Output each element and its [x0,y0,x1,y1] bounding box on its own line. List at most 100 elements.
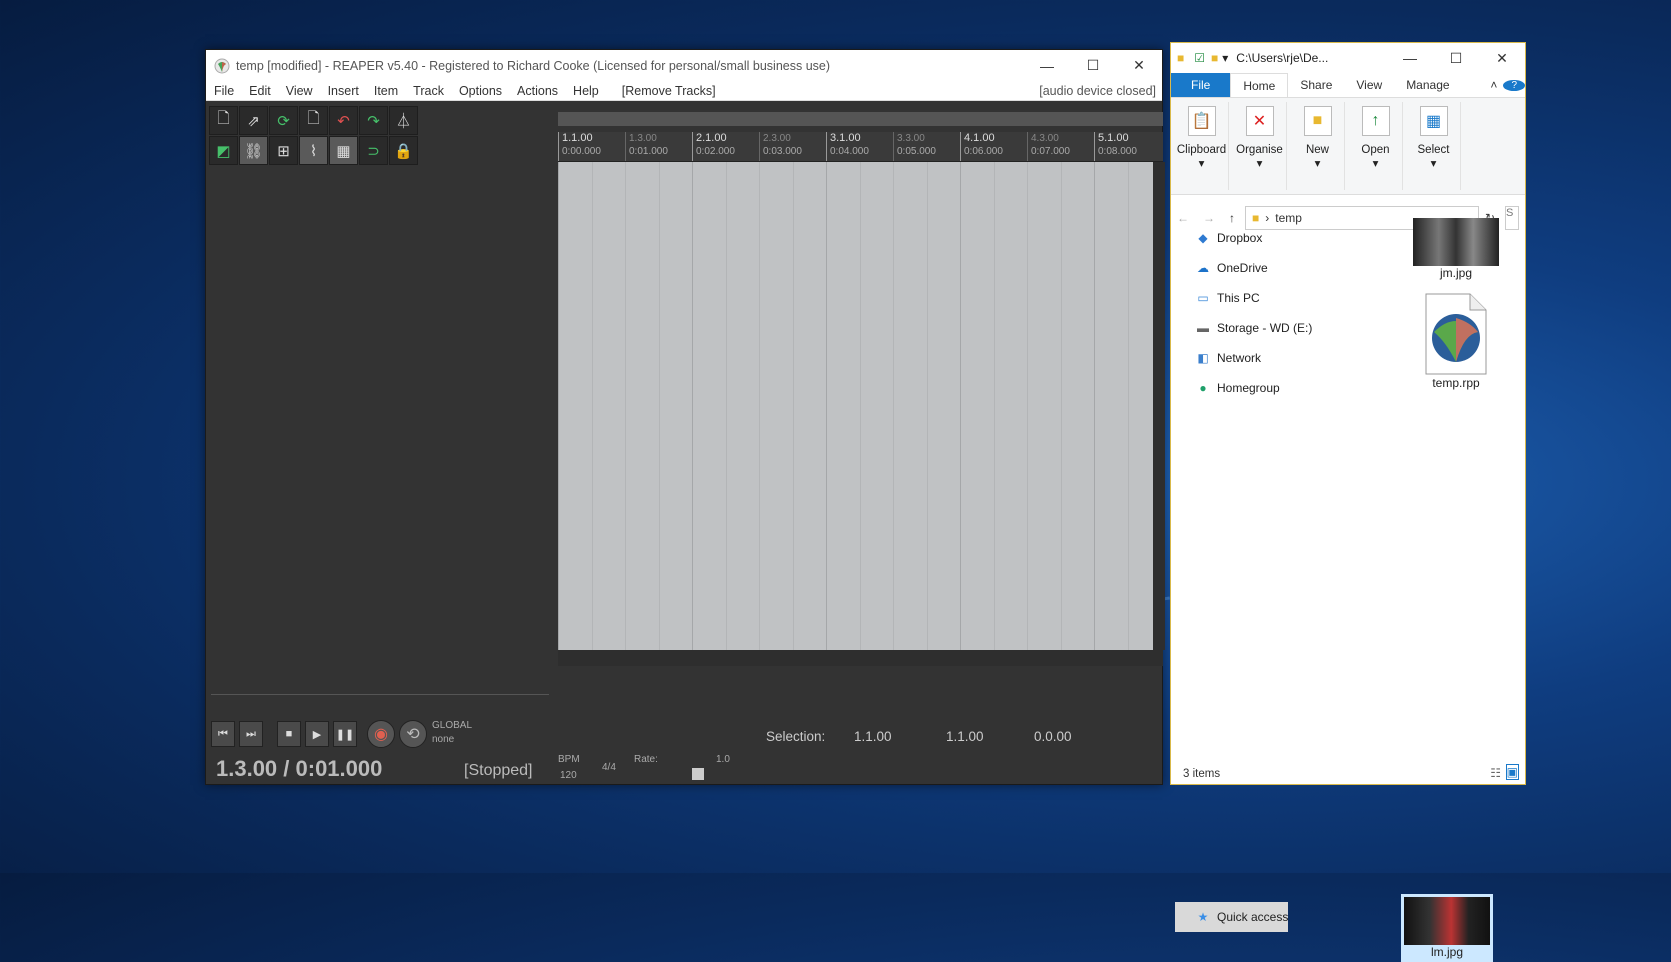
global-automation-value[interactable]: none [432,734,454,745]
file-item-jm[interactable]: jm.jpg [1401,215,1511,283]
nav-item[interactable]: ◧ Network [1175,343,1383,373]
ruler-time-label: 0:08.000 [1098,146,1137,157]
tab-manage[interactable]: Manage [1394,78,1461,92]
menu-edit[interactable]: Edit [249,84,271,98]
selection-start[interactable]: 1.1.00 [854,729,892,744]
explorer-minimize-button[interactable]: — [1387,43,1433,74]
ruler-bar-label: 5.1.00 [1098,132,1129,144]
ruler-top-bar[interactable] [558,112,1163,126]
stop-button[interactable]: ■ [277,721,301,747]
play-button[interactable]: ▶ [305,721,329,747]
menu-actions[interactable]: Actions [517,84,558,98]
grid-line [1027,162,1028,650]
position-display[interactable]: 1.3.00 / 0:01.000 [216,756,382,782]
ruler-mark: 3.3.00 0:05.000 [893,132,936,161]
details-view-icon[interactable]: ☷ [1490,766,1501,780]
lock-icon[interactable]: 🔒 [389,136,418,165]
pause-button[interactable]: ❚❚ [333,721,357,747]
nav-item[interactable]: ☁ OneDrive [1175,253,1383,283]
ribbon-open[interactable]: ↑ Open ▾ [1349,102,1403,190]
grid-line [658,162,660,650]
ruler-mark: 2.1.00 0:02.000 [692,132,735,161]
file-item-lm[interactable]: lm.jpg [1401,894,1493,962]
minimize-button[interactable]: — [1024,50,1070,81]
save-project-icon[interactable]: ⟳ [269,106,298,135]
vertical-scrollbar[interactable] [1153,162,1165,650]
undo-icon[interactable]: ↶ [329,106,358,135]
nav-item-label: Network [1217,351,1262,365]
record-button[interactable]: ◉ [367,720,395,748]
menu-remove-tracks[interactable]: [Remove Tracks] [622,84,716,98]
menu-insert[interactable]: Insert [328,84,359,98]
audio-device-status[interactable]: [audio device closed] [1039,84,1156,98]
go-to-start-button[interactable]: ⏮ [211,721,235,747]
menu-help[interactable]: Help [573,84,599,98]
selection-end[interactable]: 1.1.00 [946,729,984,744]
menu-view[interactable]: View [286,84,313,98]
tab-home[interactable]: Home [1230,73,1289,97]
navigation-pane: ★ Quick access ◆ Dropbox ☁ OneDrive ▭ This PC ▬ S… [1175,223,1383,932]
timeline-ruler[interactable]: 1.1.00 0:00.000 1.3.00 0:01.000 2.1.00 0:02.0… [558,132,1163,162]
nav-item-label: This PC [1217,291,1260,305]
bpm-value[interactable]: 120 [560,770,577,781]
nav-item[interactable]: ★ Quick access [1175,902,1289,932]
explorer-titlebar: ■ ☑ ■ ▾ C:\Users\rje\De... — ☐ ✕ [1171,43,1525,73]
snap-grid-icon[interactable]: ▦ [329,136,358,165]
metronome-icon[interactable]: ⏃ [389,106,418,135]
envelope-icon[interactable]: ⌇ [299,136,328,165]
nav-item-label: Storage - WD (E:) [1217,321,1313,335]
ribbon-new[interactable]: ■ New ▾ [1291,102,1345,190]
ruler-time-label: 0:07.000 [1031,146,1070,157]
menu-options[interactable]: Options [459,84,502,98]
time-signature[interactable]: 4/4 [602,762,616,773]
nav-item[interactable]: ◆ Dropbox [1175,223,1383,253]
nav-item[interactable]: ▭ This PC [1175,283,1383,313]
open-project-icon[interactable]: ⇗ [239,106,268,135]
ribbon-organise-label: Organise [1236,144,1283,156]
go-to-end-button[interactable]: ⏭ [239,721,263,747]
selection-label: Selection: [766,729,826,744]
tab-share[interactable]: Share [1288,78,1344,92]
menu-track[interactable]: Track [413,84,444,98]
explorer-maximize-button[interactable]: ☐ [1433,43,1479,74]
close-button[interactable]: ✕ [1116,50,1162,81]
explorer-close-button[interactable]: ✕ [1479,43,1525,74]
redo-icon[interactable]: ↷ [359,106,388,135]
item-grouping-icon[interactable]: ⊞ [269,136,298,165]
large-icons-view-icon[interactable]: ▣ [1505,764,1519,780]
tab-view[interactable]: View [1344,78,1394,92]
arrange-view[interactable] [558,162,1153,650]
tcp-divider [211,694,549,695]
tab-file[interactable]: File [1171,73,1231,97]
collapse-ribbon-icon[interactable]: ˄ [1484,78,1503,92]
ruler-mark: 4.3.00 0:07.000 [1027,132,1070,161]
nav-item[interactable]: ▬ Storage - WD (E:) [1175,313,1383,343]
ruler-mark: 1.1.00 0:00.000 [558,132,601,161]
rate-slider[interactable] [692,768,704,780]
help-icon[interactable]: ? [1503,79,1525,91]
reaper-titlebar: temp [modified] - REAPER v5.40 - Registe… [206,50,1162,81]
repeat-button[interactable]: ⟲ [399,720,427,748]
loop-icon[interactable]: ⊃ [359,136,388,165]
ribbon-organise[interactable]: ✕ Organise ▾ [1233,102,1287,190]
grid-line [893,162,894,650]
horizontal-scrollbar[interactable] [558,650,1163,666]
new-project-icon[interactable]: 🗋 [209,106,238,135]
new-folder-icon[interactable]: ■ [1211,51,1218,65]
customize-qat-icon[interactable]: ▾ [1222,51,1228,65]
menu-item[interactable]: Item [374,84,398,98]
maximize-button[interactable]: ☐ [1070,50,1116,81]
ribbon-select[interactable]: ▦ Select ▾ [1407,102,1461,190]
grid-toggle-icon[interactable]: ◩ [209,136,238,165]
properties-icon[interactable]: ☑ [1194,51,1205,65]
ripple-edit-icon[interactable]: ⛓ [239,136,268,165]
file-item-temp-rpp[interactable]: temp.rpp [1401,289,1511,393]
project-settings-icon[interactable]: 🗋 [299,106,328,135]
ribbon-clipboard[interactable]: 📋 Clipboard ▾ [1175,102,1229,190]
nav-item[interactable]: ● Homegroup [1175,373,1383,403]
ruler-time-label: 0:02.000 [696,146,735,157]
menu-file[interactable]: File [214,84,234,98]
ruler-bar-label: 1.1.00 [562,132,593,144]
nav-item-label: Dropbox [1217,231,1263,245]
selection-length[interactable]: 0.0.00 [1034,729,1072,744]
